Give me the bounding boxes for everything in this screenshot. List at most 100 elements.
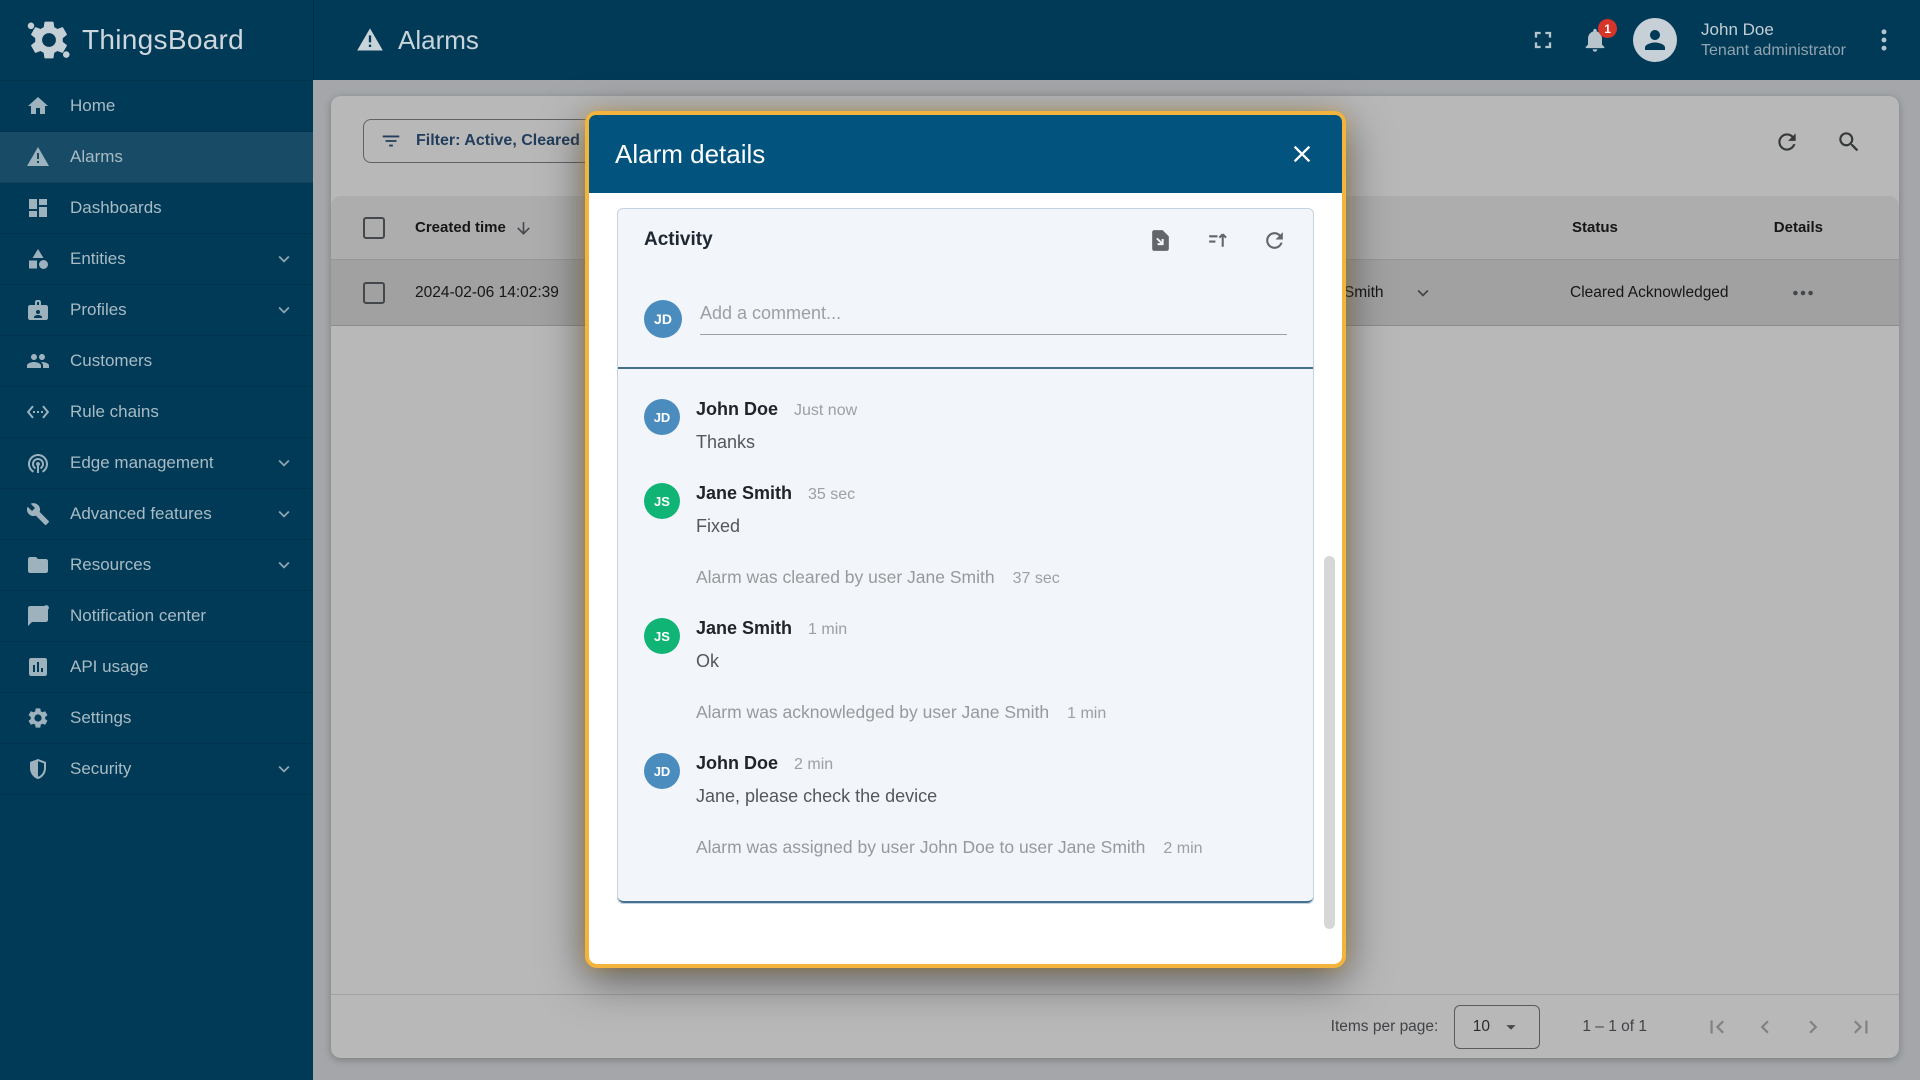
sidebar-item-label: Security [70, 759, 273, 779]
top-bar: Alarms 1 John Doe Tenant administrator [313, 0, 1920, 80]
sidebar-item-label: Edge management [70, 453, 273, 473]
sidebar: ThingsBoard Home Alarms Dashboards Entit… [0, 0, 313, 1080]
dashboards-icon [26, 196, 50, 220]
alarm-details-dialog: Alarm details Activity JD JD Jo [585, 111, 1346, 968]
kebab-icon [1870, 26, 1898, 54]
sidebar-item-profiles[interactable]: Profiles [0, 285, 313, 336]
system-activity-item: Alarm was assigned by user John Doe to u… [696, 837, 1287, 858]
sidebar-nav: Home Alarms Dashboards Entities Profiles… [0, 80, 313, 795]
comment-item: JS Jane Smith 35 sec Fixed [644, 483, 1287, 537]
more-menu-button[interactable] [1870, 26, 1898, 54]
sidebar-item-label: Dashboards [70, 198, 295, 218]
alarm-warning-icon [26, 145, 50, 169]
comment-time: 1 min [808, 621, 847, 639]
dialog-header: Alarm details [589, 115, 1342, 193]
fullscreen-button[interactable] [1529, 26, 1557, 54]
user-role: Tenant administrator [1701, 41, 1846, 62]
user-avatar[interactable] [1633, 18, 1677, 62]
sidebar-item-customers[interactable]: Customers [0, 336, 313, 387]
sort-comments-icon[interactable] [1205, 228, 1230, 253]
refresh-comments-icon[interactable] [1262, 228, 1287, 253]
export-comments-icon[interactable] [1148, 228, 1173, 253]
sidebar-item-entities[interactable]: Entities [0, 234, 313, 285]
comment-author: Jane Smith [696, 483, 792, 504]
chevron-down-icon [273, 503, 295, 525]
sidebar-item-advanced-features[interactable]: Advanced features [0, 489, 313, 540]
comment-time: Just now [794, 402, 857, 420]
sidebar-item-label: Resources [70, 555, 273, 575]
app-title: ThingsBoard [82, 24, 244, 56]
sidebar-item-notification-center[interactable]: Notification center [0, 591, 313, 642]
comment-time: 35 sec [808, 486, 855, 504]
sidebar-item-label: Notification center [70, 606, 295, 626]
sidebar-item-home[interactable]: Home [0, 81, 313, 132]
sidebar-item-settings[interactable]: Settings [0, 693, 313, 744]
comment-author: John Doe [696, 399, 778, 420]
rule-chains-icon [26, 400, 50, 424]
system-activity-item: Alarm was acknowledged by user Jane Smit… [696, 702, 1287, 723]
sidebar-item-dashboards[interactable]: Dashboards [0, 183, 313, 234]
comment-item: JD John DoeJust now Thanks [644, 399, 1287, 453]
sidebar-item-alarms[interactable]: Alarms [0, 132, 313, 183]
page-title: Alarms [356, 0, 479, 80]
page-title-label: Alarms [398, 25, 479, 56]
comment-list[interactable]: JD John DoeJust now Thanks JS Jane Smith… [618, 367, 1313, 903]
notification-center-icon [26, 604, 50, 628]
dialog-title: Alarm details [615, 139, 1288, 170]
dialog-body: Activity JD JD John DoeJust now Thanks [589, 193, 1342, 964]
sidebar-item-security[interactable]: Security [0, 744, 313, 795]
person-icon [1640, 25, 1670, 55]
composer-avatar: JD [644, 300, 682, 338]
customers-people-icon [26, 349, 50, 373]
user-name: John Doe [1701, 19, 1846, 41]
sidebar-item-label: Rule chains [70, 402, 295, 422]
avatar: JD [644, 753, 680, 789]
sidebar-item-label: Advanced features [70, 504, 273, 524]
chevron-down-icon [273, 758, 295, 780]
comment-text: Fixed [696, 516, 855, 537]
sidebar-item-label: Customers [70, 351, 295, 371]
home-icon [26, 94, 50, 118]
activity-title: Activity [644, 229, 1148, 251]
avatar: JS [644, 483, 680, 519]
comment-item: JD John Doe 2 min Jane, please check the … [644, 753, 1287, 807]
sidebar-item-label: Home [70, 96, 295, 116]
comment-time: 2 min [794, 756, 833, 774]
thingsboard-logo-icon [26, 17, 72, 63]
sidebar-item-label: Alarms [70, 147, 295, 167]
activity-panel: Activity JD JD John DoeJust now Thanks [617, 208, 1314, 904]
system-activity-text: Alarm was acknowledged by user Jane Smit… [696, 702, 1049, 722]
sidebar-item-rule-chains[interactable]: Rule chains [0, 387, 313, 438]
comment-author: John Doe [696, 753, 778, 774]
security-shield-icon [26, 757, 50, 781]
chevron-down-icon [273, 452, 295, 474]
entities-icon [26, 247, 50, 271]
sidebar-item-api-usage[interactable]: API usage [0, 642, 313, 693]
comment-text: Jane, please check the device [696, 786, 937, 807]
sidebar-item-resources[interactable]: Resources [0, 540, 313, 591]
comment-composer: JD [618, 271, 1313, 367]
chevron-down-icon [273, 248, 295, 270]
system-activity-text: Alarm was assigned by user John Doe to u… [696, 837, 1145, 857]
activity-header: Activity [618, 209, 1313, 271]
sidebar-item-label: Settings [70, 708, 295, 728]
edge-management-antenna-icon [26, 451, 50, 475]
add-comment-input[interactable] [700, 303, 1287, 324]
close-button[interactable] [1288, 140, 1316, 168]
dialog-scrollbar-thumb[interactable] [1324, 556, 1335, 929]
avatar: JD [644, 399, 680, 435]
api-usage-chart-icon [26, 655, 50, 679]
system-activity-time: 37 sec [1013, 570, 1060, 587]
user-info[interactable]: John Doe Tenant administrator [1701, 19, 1846, 62]
notifications-button[interactable]: 1 [1581, 26, 1609, 54]
resources-folder-icon [26, 553, 50, 577]
comment-item: JS Jane Smith1 min Ok [644, 618, 1287, 672]
advanced-features-tools-icon [26, 502, 50, 526]
system-activity-time: 1 min [1067, 705, 1106, 722]
comment-text: Ok [696, 651, 847, 672]
sidebar-item-label: API usage [70, 657, 295, 677]
sidebar-item-edge-management[interactable]: Edge management [0, 438, 313, 489]
app-logo[interactable]: ThingsBoard [0, 0, 313, 80]
alarm-warning-icon [356, 26, 384, 54]
comment-author: Jane Smith [696, 618, 792, 639]
